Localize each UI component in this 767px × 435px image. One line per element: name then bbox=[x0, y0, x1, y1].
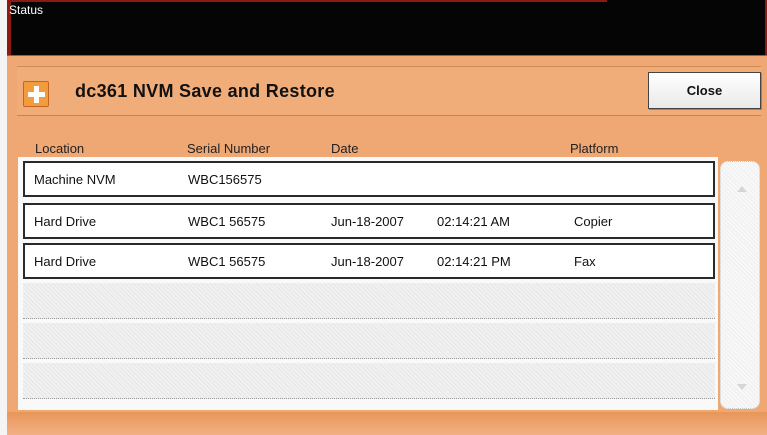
table-row[interactable]: Machine NVM WBC156575 bbox=[23, 161, 715, 197]
panel-header: dc361 NVM Save and Restore Close bbox=[17, 66, 761, 116]
scroll-up-arrow-icon[interactable] bbox=[737, 186, 747, 192]
table-header: Location Serial Number Date Platform bbox=[35, 141, 715, 157]
cell-date: Jun-18-2007 bbox=[331, 214, 404, 229]
cell-serial-number: WBC1 56575 bbox=[188, 254, 266, 269]
cell-serial-number: WBC156575 bbox=[188, 172, 262, 187]
cell-location: Hard Drive bbox=[34, 254, 97, 269]
close-button[interactable]: Close bbox=[648, 72, 761, 109]
cell-location: Hard Drive bbox=[34, 214, 97, 229]
nvm-table: Machine NVM WBC156575 Hard Drive WBC1 56… bbox=[18, 157, 718, 410]
status-bar: Status bbox=[7, 0, 767, 55]
panel-footer bbox=[7, 412, 767, 435]
column-header-serial-number: Serial Number bbox=[187, 141, 271, 156]
status-bar-accent-top bbox=[7, 0, 607, 2]
empty-table-row[interactable] bbox=[23, 323, 715, 359]
cell-date: Jun-18-2007 bbox=[331, 254, 404, 269]
add-plus-icon bbox=[23, 81, 49, 107]
column-header-location: Location bbox=[35, 141, 85, 156]
cell-time: 02:14:21 AM bbox=[437, 214, 510, 229]
empty-table-row[interactable] bbox=[23, 283, 715, 319]
cell-location: Machine NVM bbox=[34, 172, 116, 187]
nvm-save-restore-screen: Status dc361 NVM Save and Restore Close … bbox=[0, 0, 767, 435]
empty-table-row[interactable] bbox=[23, 363, 715, 399]
cell-platform: Copier bbox=[574, 214, 613, 229]
column-header-platform: Platform bbox=[570, 141, 619, 156]
table-row[interactable]: Hard Drive WBC1 56575 Jun-18-2007 02:14:… bbox=[23, 203, 715, 239]
cell-serial-number: WBC1 56575 bbox=[188, 214, 266, 229]
table-row[interactable]: Hard Drive WBC1 56575 Jun-18-2007 02:14:… bbox=[23, 243, 715, 279]
column-header-date: Date bbox=[331, 141, 359, 156]
table-scrollbar[interactable] bbox=[720, 161, 760, 409]
page-title: dc361 NVM Save and Restore bbox=[75, 81, 335, 101]
status-label: Status bbox=[9, 3, 44, 17]
cell-platform: Fax bbox=[574, 254, 596, 269]
scroll-down-arrow-icon[interactable] bbox=[737, 384, 747, 390]
cell-time: 02:14:21 PM bbox=[437, 254, 511, 269]
